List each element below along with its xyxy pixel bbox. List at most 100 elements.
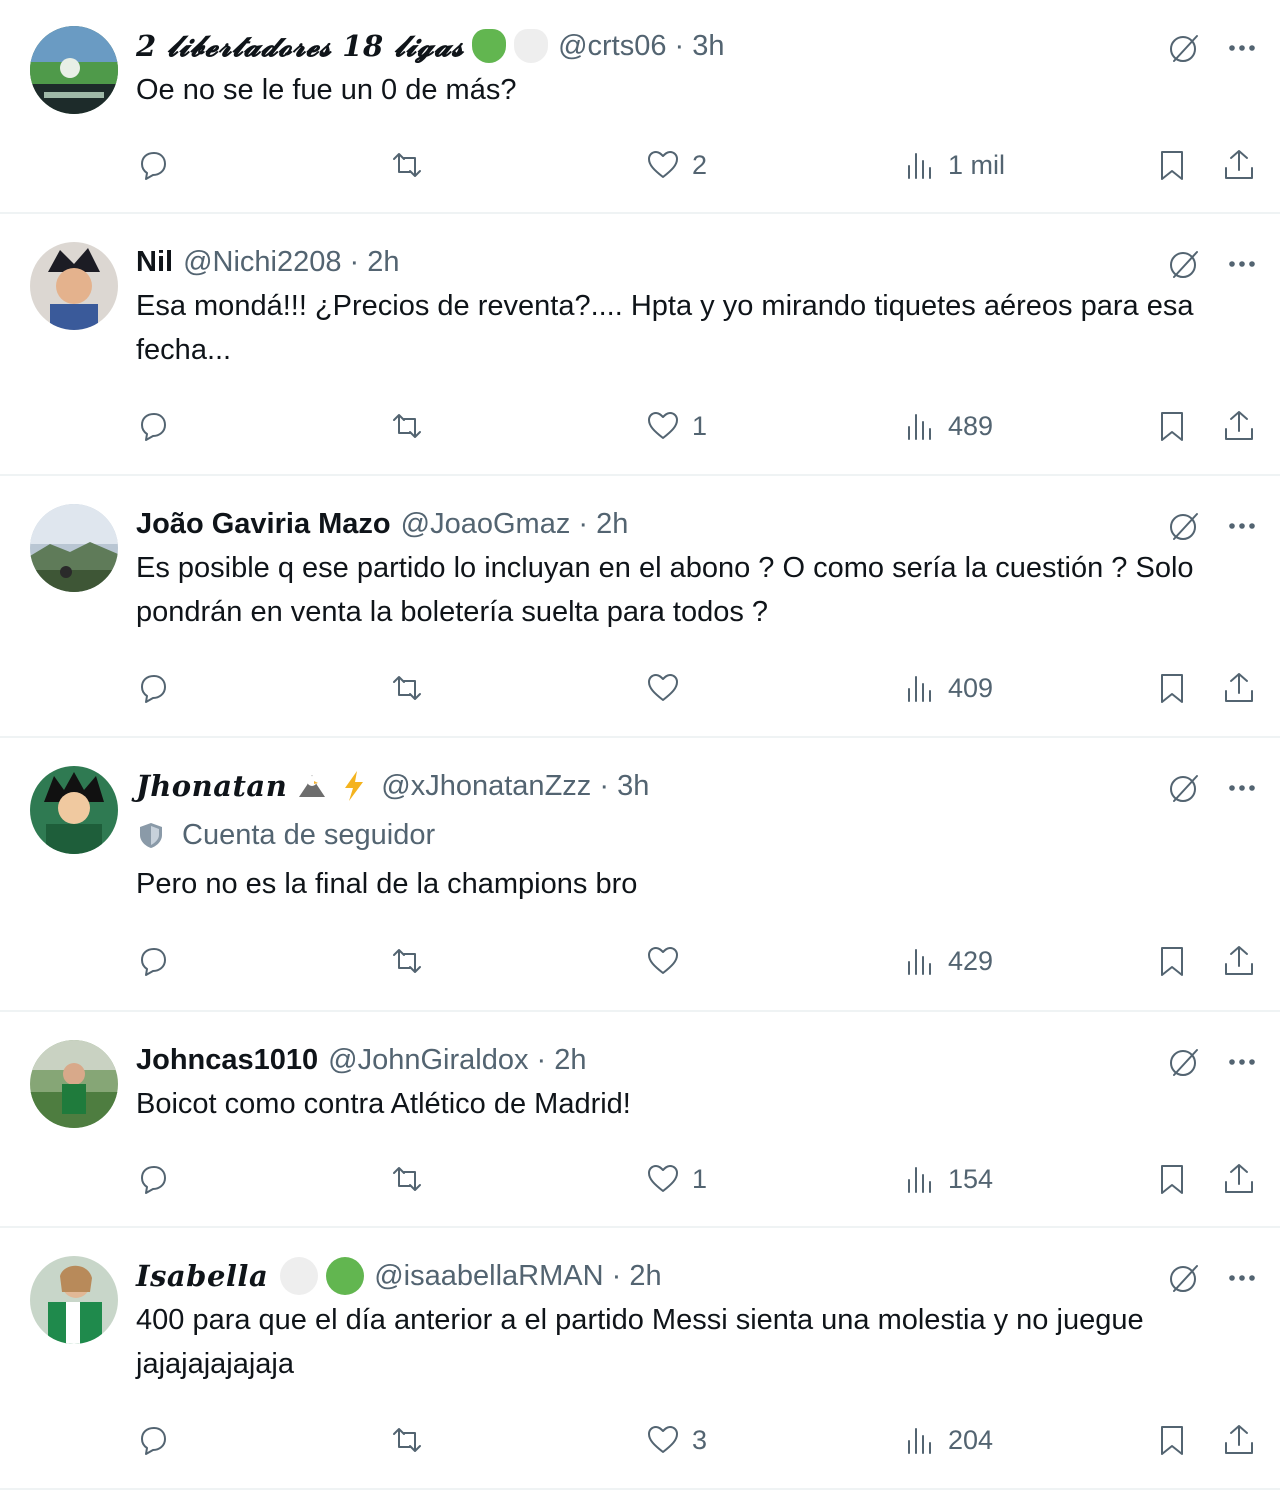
bookmark-icon [1161, 674, 1183, 703]
views-count: 489 [948, 410, 994, 441]
handle[interactable]: @JoaoGmaz [401, 508, 571, 540]
like-count: 1 [692, 410, 708, 441]
green-circle-icon [326, 1257, 365, 1295]
share-button[interactable] [1220, 1420, 1258, 1460]
views-icon [908, 676, 931, 702]
bookmark-button[interactable] [1153, 406, 1191, 446]
reply-button[interactable] [134, 668, 182, 708]
repost-button[interactable] [388, 1159, 436, 1199]
display-name[interactable]: Nil [136, 242, 173, 282]
grok-icon[interactable] [1166, 1260, 1202, 1296]
share-icon [1225, 1425, 1253, 1454]
more-options-icon[interactable] [1224, 508, 1260, 544]
reply-icon [141, 675, 166, 703]
views-count: 409 [948, 672, 994, 703]
avatar[interactable] [30, 1256, 118, 1344]
like-count: 3 [692, 1424, 708, 1455]
timestamp[interactable]: 2h [629, 1260, 661, 1292]
grok-icon[interactable] [1166, 770, 1202, 806]
more-options-icon[interactable] [1224, 246, 1260, 282]
reply-post[interactable]: 2 𝓵𝓲𝓫𝓮𝓻𝓽𝓪𝓭𝓸𝓻𝓮𝓼 18 𝓵𝓲𝓰𝓪𝓼 @crts06 · 3h Oe … [0, 0, 1280, 214]
reply-post[interactable]: João Gaviria Mazo @JoaoGmaz · 2h Es posi… [0, 478, 1280, 738]
views-button[interactable]: 154 [900, 1159, 993, 1199]
like-button[interactable] [644, 668, 692, 708]
avatar[interactable] [30, 766, 118, 854]
repost-button[interactable] [388, 1420, 436, 1460]
like-button[interactable]: 1 [644, 1159, 707, 1199]
repost-button[interactable] [388, 668, 436, 708]
avatar[interactable] [30, 242, 118, 330]
timestamp[interactable]: 2h [596, 508, 628, 540]
like-button[interactable]: 1 [644, 406, 707, 446]
views-button[interactable]: 429 [900, 941, 993, 981]
reply-post[interactable]: Jhonatan @xJhonatanZzz · 3h Cuenta de se… [0, 740, 1280, 1012]
share-button[interactable] [1220, 668, 1258, 708]
display-name[interactable]: João Gaviria Mazo [136, 504, 391, 544]
reply-button[interactable] [134, 941, 182, 981]
like-button[interactable]: 3 [644, 1420, 707, 1460]
grok-icon[interactable] [1166, 508, 1202, 544]
share-icon [1225, 946, 1253, 975]
like-button[interactable]: 2 [644, 145, 707, 185]
more-options-icon[interactable] [1224, 30, 1260, 66]
reply-button[interactable] [134, 1159, 182, 1199]
display-name[interactable]: Johncas1010 [136, 1040, 318, 1080]
heart-icon [648, 151, 678, 178]
bookmark-button[interactable] [1153, 145, 1191, 185]
share-icon [1225, 411, 1253, 440]
views-button[interactable]: 204 [900, 1420, 993, 1460]
timestamp[interactable]: 3h [692, 30, 724, 62]
follower-account-badge[interactable]: Cuenta de seguidor [136, 810, 1250, 860]
display-name[interactable]: Jhonatan [136, 766, 287, 806]
views-button[interactable]: 1 mil [900, 145, 1005, 185]
display-name[interactable]: Isabella [136, 1256, 268, 1296]
repost-button[interactable] [388, 406, 436, 446]
post-text: Boicot como contra Atlético de Madrid! [136, 1088, 631, 1120]
handle[interactable]: @crts06 [558, 30, 666, 62]
bookmark-button[interactable] [1153, 1420, 1191, 1460]
timestamp[interactable]: 2h [554, 1044, 586, 1076]
bookmark-button[interactable] [1153, 941, 1191, 981]
reply-post[interactable]: Isabella @isaabellaRMAN · 2h 400 para qu… [0, 1230, 1280, 1490]
handle[interactable]: @isaabellaRMAN [374, 1260, 603, 1292]
reply-post[interactable]: Nil @Nichi2208 · 2h Esa mondá!!! ¿Precio… [0, 216, 1280, 476]
like-count: 1 [692, 1163, 708, 1194]
more-options-icon[interactable] [1224, 770, 1260, 806]
avatar[interactable] [30, 504, 118, 592]
repost-button[interactable] [388, 145, 436, 185]
share-button[interactable] [1220, 145, 1258, 185]
like-button[interactable] [644, 941, 692, 981]
reply-icon [141, 152, 166, 180]
handle[interactable]: @Nichi2208 [183, 246, 341, 278]
grok-icon[interactable] [1166, 30, 1202, 66]
avatar[interactable] [30, 1040, 118, 1128]
views-button[interactable]: 489 [900, 406, 993, 446]
timestamp[interactable]: 2h [367, 246, 399, 278]
views-count: 154 [948, 1163, 994, 1194]
follower-label: Cuenta de seguidor [182, 818, 436, 851]
more-options-icon[interactable] [1224, 1260, 1260, 1296]
post-text: 400 para que el día anterior a el partid… [136, 1304, 1144, 1380]
repost-icon [393, 1167, 421, 1191]
bookmark-button[interactable] [1153, 668, 1191, 708]
grok-icon[interactable] [1166, 1044, 1202, 1080]
handle[interactable]: @xJhonatanZzz [381, 770, 591, 802]
display-name[interactable]: 2 𝓵𝓲𝓫𝓮𝓻𝓽𝓪𝓭𝓸𝓻𝓮𝓼 18 𝓵𝓲𝓰𝓪𝓼 [136, 26, 464, 66]
share-button[interactable] [1220, 1159, 1258, 1199]
avatar[interactable] [30, 26, 118, 114]
reply-button[interactable] [134, 145, 182, 185]
bookmark-button[interactable] [1153, 1159, 1191, 1199]
lightning-icon [345, 771, 364, 801]
reply-post[interactable]: Johncas1010 @JohnGiraldox · 2h Boicot co… [0, 1014, 1280, 1228]
share-button[interactable] [1220, 406, 1258, 446]
repost-button[interactable] [388, 941, 436, 981]
timestamp[interactable]: 3h [617, 770, 649, 802]
reply-button[interactable] [134, 1420, 182, 1460]
action-bar: 2 1 mil [0, 145, 1280, 185]
more-options-icon[interactable] [1224, 1044, 1260, 1080]
reply-button[interactable] [134, 406, 182, 446]
share-button[interactable] [1220, 941, 1258, 981]
views-button[interactable]: 409 [900, 668, 993, 708]
grok-icon[interactable] [1166, 246, 1202, 282]
handle[interactable]: @JohnGiraldox [328, 1044, 528, 1076]
